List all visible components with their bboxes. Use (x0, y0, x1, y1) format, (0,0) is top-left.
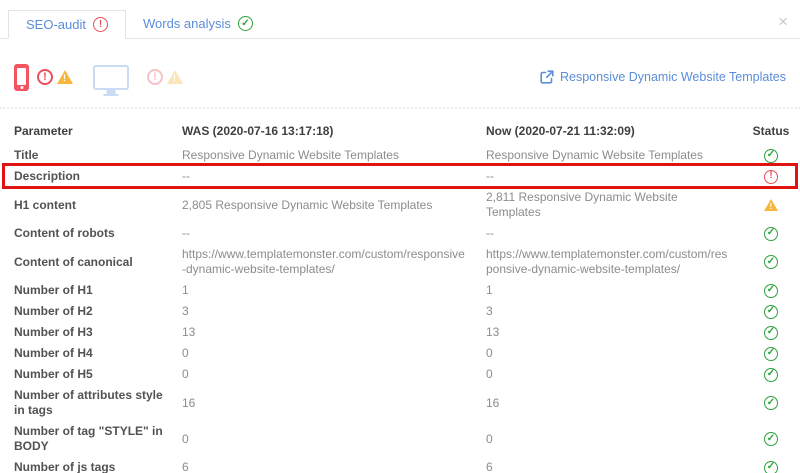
close-icon[interactable]: × (778, 13, 788, 30)
was-value: 2,805 Responsive Dynamic Website Templat… (182, 197, 433, 212)
was-value: 0 (182, 367, 189, 381)
column-header-status: Status (752, 124, 790, 138)
check-circle-icon (764, 325, 778, 340)
was-value: 16 (182, 395, 196, 410)
page-link[interactable]: Responsive Dynamic Website Templates (540, 70, 786, 84)
device-status-bar: ! ! Responsive Dynamic Website Templates (14, 61, 786, 93)
now-value: 16 (486, 395, 500, 410)
param-label: Number of attributes style in tags (14, 388, 163, 417)
was-value: Responsive Dynamic Website Templates (182, 148, 399, 162)
param-label: Number of H3 (14, 325, 93, 339)
tab-bar: SEO-audit ! Words analysis ✓ (0, 9, 800, 39)
was-value: 0 (182, 431, 189, 446)
warning-triangle-icon-faded (167, 70, 183, 84)
param-label: Description (14, 169, 81, 183)
exclamation-circle-icon: ! (37, 69, 53, 85)
check-circle-icon (764, 226, 778, 241)
param-label: Content of robots (14, 226, 115, 240)
column-header-now: Now (2020-07-21 11:32:09) (486, 124, 635, 138)
check-circle-icon (764, 460, 778, 473)
table-row: Number of H2 3 3 (0, 301, 800, 322)
now-value: 6 (486, 460, 493, 473)
now-value: 2,811 Responsive Dynamic Website Templat… (486, 190, 678, 219)
check-circle-icon (764, 255, 778, 269)
now-value: -- (486, 169, 494, 183)
external-link-icon (540, 70, 554, 84)
desktop-monitor-icon[interactable] (93, 64, 129, 90)
check-circle-icon (764, 346, 778, 361)
now-value: https://www.templatemonster.com/custom/r… (486, 247, 728, 276)
table-row: Number of H1 1 1 (0, 280, 800, 301)
table-row: Number of js tags 6 6 (0, 457, 800, 473)
table-row: Description -- -- (0, 163, 800, 189)
param-label: Title (14, 148, 39, 162)
table-header: Parameter WAS (2020-07-16 13:17:18) Now … (0, 117, 800, 145)
was-value: -- (182, 226, 190, 240)
table-row: Number of H5 0 0 (0, 364, 800, 385)
table-row: Number of tag "STYLE" in BODY 0 0 (0, 421, 800, 457)
now-value: 3 (486, 304, 493, 318)
param-label: Number of H5 (14, 367, 93, 381)
seo-parameters-table: Parameter WAS (2020-07-16 13:17:18) Now … (0, 117, 800, 473)
column-header-parameter: Parameter (14, 124, 73, 138)
param-label: Number of H2 (14, 304, 93, 318)
check-circle-icon (764, 283, 778, 298)
was-value: -- (182, 169, 190, 183)
table-row: H1 content 2,805 Responsive Dynamic Webs… (0, 187, 800, 223)
exclamation-circle-icon-faded: ! (147, 69, 163, 85)
param-label: Content of canonical (14, 254, 133, 269)
check-circle-icon (764, 396, 778, 410)
was-value: 13 (182, 325, 196, 339)
param-label: Number of tag "STYLE" in BODY (14, 424, 163, 453)
now-value: 0 (486, 367, 493, 381)
was-value: https://www.templatemonster.com/custom/r… (182, 247, 465, 276)
param-label: Number of H1 (14, 283, 93, 297)
table-row: Number of H4 0 0 (0, 343, 800, 364)
seo-audit-panel: × SEO-audit ! Words analysis ✓ ! ! Respo… (0, 9, 800, 473)
mobile-phone-icon[interactable] (14, 63, 29, 91)
table-body: Title Responsive Dynamic Website Templat… (0, 145, 800, 473)
tab-words-analysis[interactable]: Words analysis ✓ (125, 9, 270, 38)
table-row: Content of robots -- -- (0, 223, 800, 244)
now-value: -- (486, 226, 494, 240)
param-label: Number of js tags (14, 460, 116, 473)
now-value: 1 (486, 283, 493, 297)
check-circle-icon (764, 432, 778, 446)
exclamation-circle-icon (764, 169, 778, 184)
table-row: Title Responsive Dynamic Website Templat… (0, 145, 800, 166)
was-value: 3 (182, 304, 189, 318)
was-value: 1 (182, 283, 189, 297)
check-circle-icon: ✓ (237, 16, 253, 31)
warning-triangle-icon (57, 70, 73, 84)
was-value: 6 (182, 460, 189, 473)
exclamation-circle-icon: ! (92, 17, 108, 32)
check-circle-icon (764, 304, 778, 319)
check-circle-icon (764, 148, 778, 163)
tab-seo-audit[interactable]: SEO-audit ! (8, 10, 126, 39)
now-value: 13 (486, 325, 500, 339)
param-label: Number of H4 (14, 346, 93, 360)
now-value: 0 (486, 431, 493, 446)
check-circle-icon (764, 367, 778, 382)
now-value: Responsive Dynamic Website Templates (486, 148, 703, 162)
param-label: H1 content (14, 197, 77, 212)
table-row: Number of H3 13 13 (0, 322, 800, 343)
separator (0, 107, 800, 109)
was-value: 0 (182, 346, 189, 360)
warning-triangle-icon (764, 199, 778, 212)
tab-label: SEO-audit (26, 17, 86, 32)
tab-label: Words analysis (142, 16, 231, 31)
column-header-was: WAS (2020-07-16 13:17:18) (182, 124, 334, 138)
table-row: Number of attributes style in tags 16 16 (0, 385, 800, 421)
now-value: 0 (486, 346, 493, 360)
page-link-label: Responsive Dynamic Website Templates (559, 70, 786, 84)
table-row: Content of canonical https://www.templat… (0, 244, 800, 280)
